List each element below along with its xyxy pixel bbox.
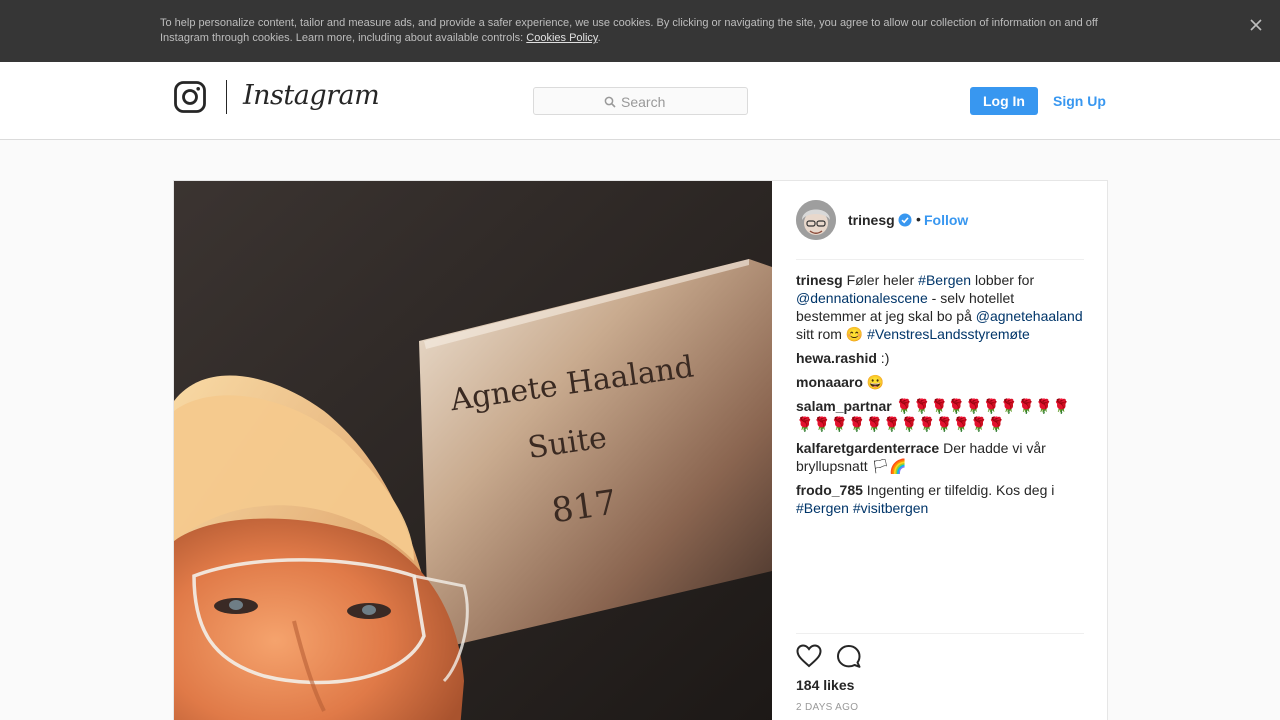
- instagram-camera-icon[interactable]: [174, 81, 206, 113]
- comment-username[interactable]: salam_partnar: [796, 398, 892, 414]
- cookie-suffix: .: [597, 32, 601, 44]
- divider: [796, 633, 1084, 634]
- divider: [796, 259, 1084, 260]
- post-image: Agnete Haaland Suite 817: [174, 181, 772, 720]
- cookie-text: To help personalize content, tailor and …: [160, 16, 1110, 46]
- hashtag-link[interactable]: #Bergen: [918, 272, 971, 288]
- search-input[interactable]: Search: [533, 87, 748, 115]
- post-card: Agnete Haaland Suite 817 trinesg • Follo…: [173, 180, 1108, 720]
- caption-text: sitt rom 😊: [796, 326, 868, 342]
- mention-link[interactable]: @agnetehaaland: [976, 308, 1083, 324]
- top-navbar: Instagram Search Log In Sign Up: [0, 62, 1280, 140]
- comment-text: 😀: [862, 374, 885, 390]
- post-sidebar: trinesg • Follow trinesg Føler heler #Be…: [796, 181, 1084, 720]
- cookie-message: To help personalize content, tailor and …: [160, 17, 1098, 44]
- comment-username[interactable]: kalfaretgardenterrace: [796, 440, 939, 456]
- search-icon: [604, 96, 616, 108]
- logo-divider: [226, 80, 227, 114]
- comment-text: :): [876, 350, 890, 366]
- instagram-wordmark[interactable]: Instagram: [243, 80, 380, 111]
- list-item: monaaaro 😀: [796, 373, 1084, 391]
- list-item: frodo_785 Ingenting er tilfeldig. Kos de…: [796, 481, 1084, 517]
- search-placeholder: Search: [621, 94, 666, 110]
- hashtag-link[interactable]: #visitbergen: [853, 500, 929, 516]
- hashtag-link[interactable]: #VenstresLandsstyremøte: [867, 326, 1030, 342]
- separator-dot: •: [916, 211, 921, 227]
- post-author-header: trinesg • Follow: [796, 200, 1084, 240]
- list-item: hewa.rashid :): [796, 349, 1084, 367]
- signup-link[interactable]: Sign Up: [1053, 87, 1106, 115]
- close-icon[interactable]: [1248, 17, 1264, 33]
- caption-text: Føler heler: [842, 272, 919, 288]
- comment-username[interactable]: frodo_785: [796, 482, 863, 498]
- caption-username[interactable]: trinesg: [796, 272, 843, 288]
- hashtag-link[interactable]: #Bergen: [796, 500, 849, 516]
- cookies-policy-link[interactable]: Cookies Policy: [526, 32, 597, 44]
- comment-icon[interactable]: [836, 644, 861, 668]
- comment-text: Ingenting er tilfeldig. Kos deg i: [862, 482, 1055, 498]
- comments-list: trinesg Føler heler #Bergen lobber for @…: [796, 271, 1084, 523]
- avatar[interactable]: [796, 200, 836, 240]
- heart-icon[interactable]: [796, 644, 822, 668]
- login-button[interactable]: Log In: [970, 87, 1038, 115]
- list-item: salam_partnar 🌹🌹🌹🌹🌹🌹🌹🌹🌹🌹🌹🌹🌹🌹🌹🌹🌹🌹🌹🌹🌹🌹: [796, 397, 1084, 433]
- caption-text: lobber for: [971, 272, 1035, 288]
- avatar-image: [796, 200, 836, 240]
- post-photo[interactable]: Agnete Haaland Suite 817: [174, 181, 772, 720]
- comment-username[interactable]: hewa.rashid: [796, 350, 877, 366]
- post-timestamp[interactable]: 2 DAYS AGO: [796, 702, 858, 713]
- likes-count[interactable]: 184 likes: [796, 677, 854, 693]
- list-item: kalfaretgardenterrace Der hadde vi vår b…: [796, 439, 1084, 475]
- caption: trinesg Føler heler #Bergen lobber for @…: [796, 271, 1084, 343]
- author-username[interactable]: trinesg: [848, 212, 895, 228]
- comment-username[interactable]: monaaaro: [796, 374, 863, 390]
- verified-badge-icon: [898, 213, 912, 227]
- follow-button[interactable]: Follow: [924, 212, 968, 228]
- cookie-banner: To help personalize content, tailor and …: [0, 0, 1280, 62]
- mention-link[interactable]: @dennationalescene: [796, 290, 928, 306]
